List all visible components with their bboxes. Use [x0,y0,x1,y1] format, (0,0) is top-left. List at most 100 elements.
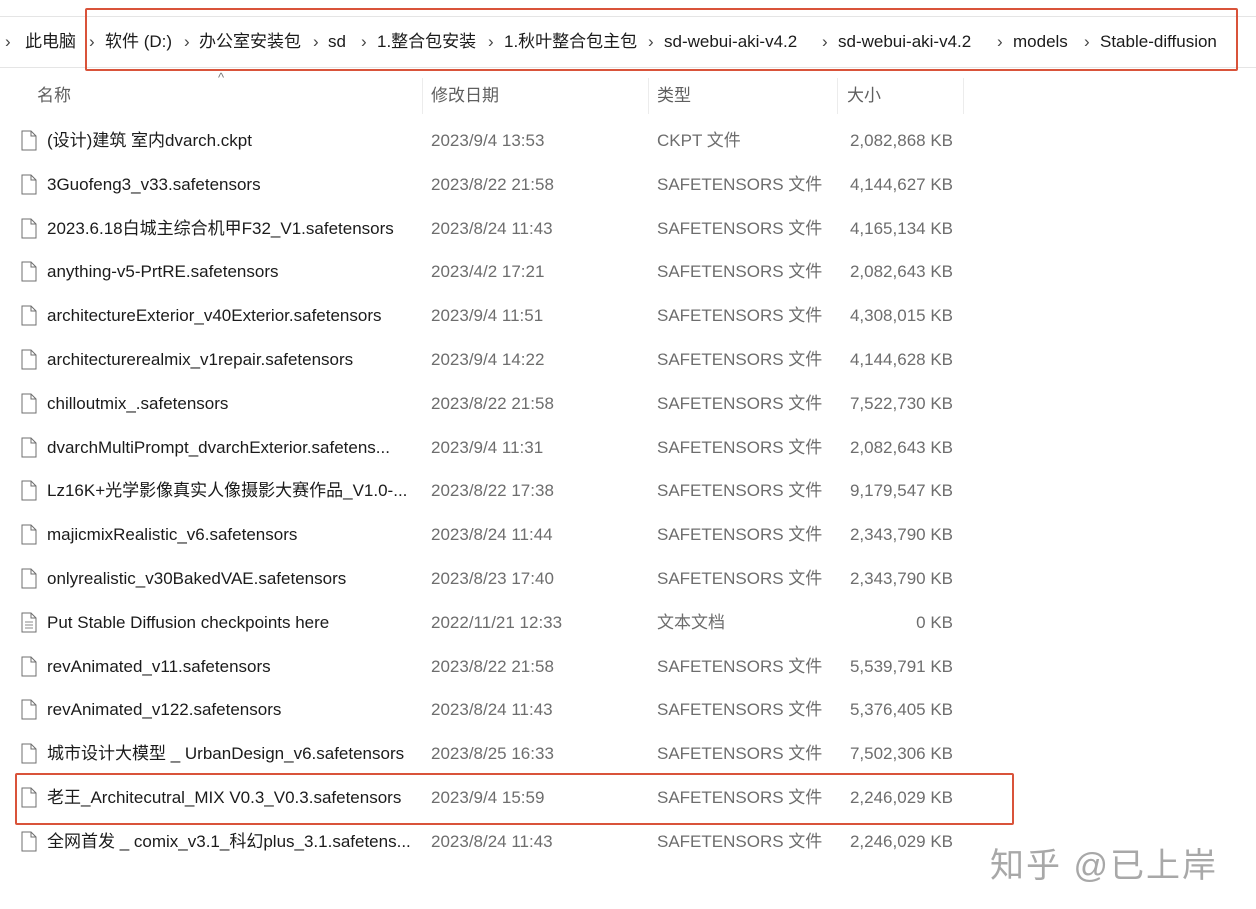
file-modified-date: 2023/8/22 21:58 [431,656,554,676]
file-icon [21,174,37,195]
file-row[interactable]: revAnimated_v11.safetensors 2023/8/22 21:… [0,645,1256,689]
file-icon [21,261,37,282]
file-type: SAFETENSORS 文件 [657,744,823,764]
file-row[interactable]: architectureExterior_v40Exterior.safeten… [0,294,1256,338]
file-size: 5,376,405 KB [849,700,953,720]
file-row[interactable]: architecturerealmix_v1repair.safetensors… [0,338,1256,382]
column-header-type[interactable]: 类型 [657,76,691,116]
file-icon [21,393,37,414]
file-name: revAnimated_v11.safetensors [47,656,271,676]
file-icon [21,743,37,764]
file-icon [21,524,37,545]
file-modified-date: 2023/8/24 11:43 [431,831,553,851]
file-modified-date: 2022/11/21 12:33 [431,612,563,632]
column-header-date[interactable]: 修改日期 [431,76,499,116]
file-name: architecturerealmix_v1repair.safetensors [47,350,354,369]
file-row[interactable]: revAnimated_v122.safetensors 2023/8/24 11… [0,688,1256,732]
file-icon [21,699,37,720]
file-row[interactable]: onlyrealistic_v30BakedVAE.safetensors 202… [0,557,1256,601]
file-type: SAFETENSORS 文件 [657,656,823,676]
file-name: onlyrealistic_v30BakedVAE.safetensors [47,569,347,588]
file-modified-date: 2023/8/24 11:44 [431,525,553,545]
file-icon [21,437,37,458]
file-name: Lz16K+光学影像真实人像摄影大赛作品_V1.0-... [47,481,408,501]
column-header-name[interactable]: 名称 [37,76,71,116]
selected-file-highlight-box [15,773,1014,825]
file-modified-date: 2023/8/25 16:33 [431,744,554,764]
file-modified-date: 2023/8/24 11:43 [431,700,553,720]
file-size: 7,502,306 KB [849,744,953,764]
file-row[interactable]: anything-v5-PrtRE.safetensors 2023/4/2 17… [0,250,1256,294]
file-row[interactable]: 城市设计大模型 _ UrbanDesign_v6.safetensors 2023… [0,732,1256,776]
sort-ascending-icon: ^ [218,70,225,85]
file-type: SAFETENSORS 文件 [657,174,823,194]
file-name: majicmixRealistic_v6.safetensors [47,525,298,545]
file-row[interactable]: majicmixRealistic_v6.safetensors 2023/8/2… [0,513,1256,557]
file-icon [21,568,37,589]
file-size: 2,246,029 KB [849,831,953,851]
file-name: 全网首发 _ comix_v3.1_科幻plus_3.1.safetens... [47,831,411,851]
file-size: 5,539,791 KB [849,656,953,676]
breadcrumb-expand-chevron-icon[interactable]: › [5,31,11,53]
file-size: 2,343,790 KB [849,569,953,588]
file-modified-date: 2023/9/4 11:51 [431,306,544,326]
file-modified-date: 2023/8/24 11:43 [431,218,553,238]
file-row[interactable]: chilloutmix_.safetensors 2023/8/22 21:58 S… [0,382,1256,426]
file-type: SAFETENSORS 文件 [657,262,823,282]
file-type: SAFETENSORS 文件 [657,437,823,457]
file-type: SAFETENSORS 文件 [657,525,823,545]
column-divider[interactable] [422,78,423,114]
file-type: CKPT 文件 [657,131,741,150]
file-type: SAFETENSORS 文件 [657,700,823,720]
file-name: chilloutmix_.safetensors [47,393,229,413]
file-size: 9,179,547 KB [849,481,953,501]
file-icon [21,480,37,501]
file-type: SAFETENSORS 文件 [657,218,823,238]
file-icon [21,305,37,326]
file-row[interactable]: 2023.6.18白城主综合机甲F32_V1.safetensors 2023/8… [0,207,1256,251]
file-modified-date: 2023/8/22 21:58 [431,393,554,413]
file-modified-date: 2023/9/4 14:22 [431,350,545,369]
file-size: 2,082,643 KB [849,262,953,282]
file-size: 0 KB [916,612,953,632]
file-icon [21,218,37,239]
file-name: 3Guofeng3_v33.safetensors [47,174,261,194]
file-modified-date: 2023/8/22 17:38 [431,481,554,501]
file-name: 城市设计大模型 _ UrbanDesign_v6.safetensors [47,744,405,764]
column-divider[interactable] [963,78,964,114]
file-name: dvarchMultiPrompt_dvarchExterior.safeten… [47,437,390,457]
column-divider[interactable] [837,78,838,114]
file-row[interactable]: Lz16K+光学影像真实人像摄影大赛作品_V1.0-... 2023/8/22 1… [0,469,1256,513]
file-size: 7,522,730 KB [849,393,953,413]
breadcrumb-highlight-box [85,8,1238,71]
file-name: 2023.6.18白城主综合机甲F32_V1.safetensors [47,218,394,238]
file-name: (设计)建筑 室内dvarch.ckpt [47,131,252,150]
file-icon [21,656,37,677]
file-size: 4,308,015 KB [849,306,953,326]
column-header-size[interactable]: 大小 [847,76,881,116]
file-row[interactable]: 3Guofeng3_v33.safetensors 2023/8/22 21:58… [0,163,1256,207]
file-size: 2,082,643 KB [849,437,953,457]
column-divider[interactable] [648,78,649,114]
file-row[interactable]: dvarchMultiPrompt_dvarchExterior.safeten… [0,426,1256,470]
file-name: Put Stable Diffusion checkpoints here [47,612,330,632]
file-row[interactable]: (设计)建筑 室内dvarch.ckpt 2023/9/4 13:53 CKPT 文… [0,119,1256,163]
breadcrumb-item-this-pc[interactable]: 此电脑 [25,31,76,53]
file-row[interactable]: Put Stable Diffusion checkpoints here 202… [0,601,1256,645]
text-file-icon [21,612,37,633]
file-size: 4,165,134 KB [849,218,953,238]
file-type: SAFETENSORS 文件 [657,481,823,501]
file-icon [21,349,37,370]
file-modified-date: 2023/9/4 11:31 [431,437,544,457]
file-name: architectureExterior_v40Exterior.safeten… [47,306,382,326]
file-size: 4,144,627 KB [849,174,953,194]
file-type: 文本文档 [657,612,725,632]
file-size: 4,144,628 KB [849,350,953,369]
file-modified-date: 2023/9/4 13:53 [431,131,545,150]
file-type: SAFETENSORS 文件 [657,831,823,851]
file-type: SAFETENSORS 文件 [657,393,823,413]
file-type: SAFETENSORS 文件 [657,306,823,326]
watermark: 知乎 @已上岸 [990,847,1218,885]
file-name: anything-v5-PrtRE.safetensors [47,262,279,282]
file-icon [21,831,37,852]
